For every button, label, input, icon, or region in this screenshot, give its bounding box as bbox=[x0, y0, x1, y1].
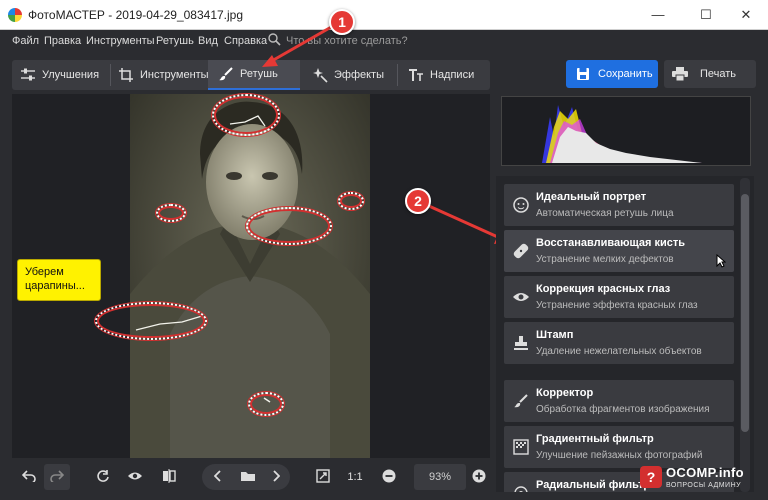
save-label: Сохранить bbox=[598, 68, 653, 80]
radial-icon bbox=[512, 484, 530, 492]
tool-subtitle: Устранение эффекта красных глаз bbox=[536, 300, 698, 311]
zoom-level[interactable]: 93% bbox=[414, 464, 466, 490]
chevron-right-icon bbox=[272, 469, 281, 485]
stamp-icon bbox=[512, 334, 530, 352]
preview-button[interactable] bbox=[122, 464, 148, 490]
tool-subtitle: Улучшение пейзажных фотографий bbox=[536, 450, 703, 461]
reset-button[interactable] bbox=[90, 464, 116, 490]
undo-icon bbox=[21, 469, 36, 485]
open-folder-button[interactable] bbox=[234, 464, 262, 490]
annotation-callout: Уберем царапины... bbox=[17, 259, 101, 301]
reset-icon bbox=[96, 469, 110, 486]
redo-button[interactable] bbox=[44, 464, 70, 490]
histogram bbox=[501, 96, 751, 166]
tool-title: Корректор bbox=[536, 387, 594, 399]
tool-title: Восстанавливающая кисть bbox=[536, 237, 686, 249]
folder-icon bbox=[240, 470, 256, 485]
tools-panel: Идеальный портрет Автоматическая ретушь … bbox=[496, 176, 754, 492]
tool-red-eye[interactable]: Коррекция красных глаз Устранение эффект… bbox=[504, 276, 734, 318]
compare-button[interactable] bbox=[156, 464, 182, 490]
watermark-subtitle: ВОПРОСЫ АДМИНУ bbox=[666, 482, 742, 489]
brush-icon bbox=[512, 392, 530, 410]
compare-icon bbox=[162, 468, 176, 486]
eye-icon bbox=[127, 471, 143, 484]
printer-icon bbox=[672, 67, 688, 81]
tool-subtitle: Устранение мелких дефектов bbox=[536, 254, 674, 265]
annotation-marker-2: 2 bbox=[405, 188, 431, 214]
tool-healing-brush[interactable]: Восстанавливающая кисть Устранение мелки… bbox=[504, 230, 734, 272]
watermark-name: OCOMP.info bbox=[666, 465, 744, 480]
tool-corrector[interactable]: Корректор Обработка фрагментов изображен… bbox=[504, 380, 734, 422]
tool-ideal-portrait[interactable]: Идеальный портрет Автоматическая ретушь … bbox=[504, 184, 734, 226]
save-icon bbox=[576, 67, 590, 81]
prev-button[interactable] bbox=[206, 464, 230, 490]
next-button[interactable] bbox=[264, 464, 288, 490]
zoom-in-button[interactable] bbox=[468, 464, 490, 490]
undo-button[interactable] bbox=[16, 464, 42, 490]
bottom-toolbar: 1:1 93% bbox=[12, 462, 490, 492]
tool-subtitle: Удаление нежелательных объектов bbox=[536, 346, 702, 357]
gradient-icon bbox=[512, 438, 530, 456]
annotation-marker-1: 1 bbox=[329, 9, 355, 35]
tool-title: Коррекция красных глаз bbox=[536, 283, 671, 295]
actual-size-button[interactable]: 1:1 bbox=[342, 464, 368, 490]
zoom-out-button[interactable] bbox=[378, 464, 400, 490]
print-label: Печать bbox=[700, 68, 737, 80]
chevron-left-icon bbox=[213, 469, 222, 485]
bandage-icon bbox=[512, 242, 530, 260]
tool-title: Идеальный портрет bbox=[536, 191, 647, 203]
face-icon bbox=[512, 196, 530, 214]
site-watermark: ? OCOMP.info ВОПРОСЫ АДМИНУ bbox=[640, 462, 768, 498]
plus-circle-icon bbox=[472, 469, 486, 486]
eye-icon bbox=[512, 288, 530, 306]
print-button[interactable]: Печать bbox=[664, 60, 756, 88]
watermark-logo-icon: ? bbox=[640, 466, 662, 488]
fit-screen-button[interactable] bbox=[310, 464, 336, 490]
redo-icon bbox=[50, 469, 65, 485]
tool-subtitle: Автоматическая ретушь лица bbox=[536, 208, 674, 219]
fit-screen-icon bbox=[316, 468, 330, 486]
save-button[interactable]: Сохранить bbox=[566, 60, 658, 88]
tool-subtitle: Обработка фрагментов изображения bbox=[536, 404, 710, 415]
mouse-cursor-icon bbox=[716, 254, 726, 268]
tool-title: Радиальный фильтр bbox=[536, 479, 651, 491]
tool-stamp[interactable]: Штамп Удаление нежелательных объектов bbox=[504, 322, 734, 364]
minus-circle-icon bbox=[382, 469, 396, 486]
scrollbar-thumb[interactable] bbox=[741, 194, 749, 432]
tool-title: Градиентный фильтр bbox=[536, 433, 654, 445]
tool-title: Штамп bbox=[536, 329, 574, 341]
tools-scrollbar[interactable] bbox=[740, 178, 750, 492]
